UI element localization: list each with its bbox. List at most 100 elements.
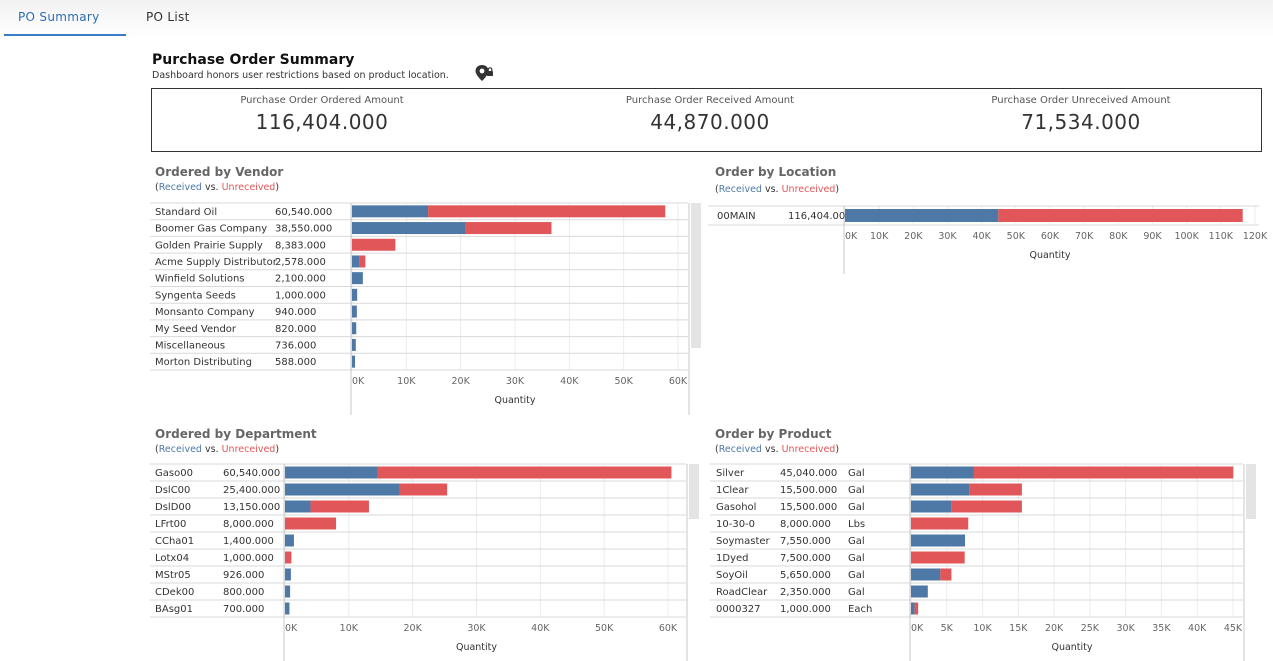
category-label: Lotx04 <box>155 553 189 564</box>
category-label: 10-30-0 <box>716 519 755 530</box>
vendor-legend: (Received vs. Unreceived) <box>155 182 280 193</box>
category-label: DslC00 <box>155 485 190 496</box>
bar-received[interactable] <box>352 222 466 235</box>
total-label: 1,000.000 <box>223 553 274 564</box>
product-legend: (Received vs. Unreceived) <box>715 444 840 455</box>
category-label: Boomer Gas Company <box>155 224 267 235</box>
active-tab-indicator <box>4 34 126 36</box>
x-tick-label: 50K <box>595 623 614 634</box>
bar-received[interactable] <box>911 466 974 479</box>
bar-unreceived[interactable] <box>940 568 952 581</box>
category-label: Gasohol <box>716 502 756 513</box>
x-tick-label: 110K <box>1209 231 1234 242</box>
x-tick-label: 0K <box>845 231 858 242</box>
bar-received[interactable] <box>352 288 358 301</box>
bar-received[interactable] <box>285 466 378 479</box>
bar-unreceived[interactable] <box>285 517 337 530</box>
location-legend: (Received vs. Unreceived) <box>715 184 840 195</box>
unit-label: Each <box>848 604 872 615</box>
x-tick-label: 60K <box>669 376 688 387</box>
category-label: Standard Oil <box>155 207 217 218</box>
x-tick-label: 50K <box>1007 231 1026 242</box>
scrollbar-thumb[interactable] <box>689 464 699 519</box>
bar-unreceived[interactable] <box>914 602 919 615</box>
bar-received[interactable] <box>285 500 311 513</box>
category-label: Morton Distributing <box>155 357 252 368</box>
x-tick-label: 100K <box>1174 231 1199 242</box>
bar-unreceived[interactable] <box>310 500 369 513</box>
x-tick-label: 0K <box>285 623 298 634</box>
bar-received[interactable] <box>911 483 970 496</box>
vendor-bar-chart: Standard Oil 60,540.000 Boomer Gas Company… <box>150 202 701 415</box>
bar-received[interactable] <box>352 205 429 218</box>
category-label: Soymaster <box>716 536 771 547</box>
bar-received[interactable] <box>285 602 290 615</box>
x-tick-label: 120K <box>1243 231 1268 242</box>
scrollbar-thumb[interactable] <box>1246 464 1256 519</box>
page-subtitle: Dashboard honors user restrictions based… <box>152 70 449 81</box>
bar-received[interactable] <box>352 272 363 285</box>
category-label: BAsg01 <box>155 604 193 615</box>
x-tick-label: 40K <box>973 231 992 242</box>
bar-unreceived[interactable] <box>399 483 448 496</box>
bar-unreceived[interactable] <box>377 466 672 479</box>
bar-received[interactable] <box>911 568 941 581</box>
total-label: 116,404.000 <box>788 211 852 222</box>
bar-received[interactable] <box>911 602 915 615</box>
bar-unreceived[interactable] <box>352 238 396 251</box>
unit-label: Gal <box>848 587 865 598</box>
total-label: 38,550.000 <box>275 224 332 235</box>
x-tick-label: 20K <box>904 231 923 242</box>
bar-unreceived[interactable] <box>998 209 1243 222</box>
kpi-received: Purchase Order Received Amount 44,870.00… <box>540 89 880 134</box>
scrollbar-thumb[interactable] <box>691 203 701 348</box>
total-label: 1,400.000 <box>223 536 274 547</box>
kpi-panel: Purchase Order Ordered Amount 116,404.00… <box>151 88 1262 152</box>
bar-received[interactable] <box>911 585 928 598</box>
bar-unreceived[interactable] <box>465 222 552 235</box>
kpi-unreceived: Purchase Order Unreceived Amount 71,534.… <box>911 89 1251 134</box>
bar-unreceived[interactable] <box>359 255 366 268</box>
bar-received[interactable] <box>352 355 356 368</box>
bar-received[interactable] <box>285 483 400 496</box>
total-label: 1,000.000 <box>275 290 326 301</box>
bar-received[interactable] <box>285 585 291 598</box>
kpi-received-label: Purchase Order Received Amount <box>625 95 795 106</box>
unit-label: Gal <box>848 502 865 513</box>
x-axis-title: Quantity <box>494 395 535 406</box>
kpi-received-value: 44,870.000 <box>650 110 770 134</box>
bar-unreceived[interactable] <box>973 466 1234 479</box>
bar-unreceived[interactable] <box>428 205 666 218</box>
bar-received[interactable] <box>352 255 360 268</box>
tab-po-summary[interactable]: PO Summary <box>18 10 100 24</box>
bar-unreceived[interactable] <box>951 500 1022 513</box>
bar-received[interactable] <box>352 305 357 318</box>
x-tick-label: 90K <box>1143 231 1162 242</box>
category-label: Winfield Solutions <box>155 274 245 285</box>
x-tick-label: 0K <box>352 376 365 387</box>
bar-received[interactable] <box>845 209 999 222</box>
kpi-ordered-label: Purchase Order Ordered Amount <box>240 95 404 106</box>
bar-received[interactable] <box>285 534 294 547</box>
kpi-ordered: Purchase Order Ordered Amount 116,404.00… <box>152 89 492 134</box>
x-tick-label: 10K <box>340 623 359 634</box>
x-tick-label: 5K <box>941 623 954 634</box>
bar-received[interactable] <box>352 338 356 351</box>
tab-po-list[interactable]: PO List <box>146 10 190 24</box>
bar-received[interactable] <box>911 534 966 547</box>
category-label: Monsanto Company <box>155 307 255 318</box>
x-tick-label: 25K <box>1081 623 1100 634</box>
bar-unreceived[interactable] <box>911 517 969 530</box>
department-chart-title: Ordered by Department <box>155 427 317 441</box>
x-axis-title: Quantity <box>1029 250 1070 261</box>
bar-unreceived[interactable] <box>911 551 965 564</box>
category-label: Golden Prairie Supply <box>155 240 263 251</box>
bar-received[interactable] <box>911 500 952 513</box>
bar-unreceived[interactable] <box>285 551 292 564</box>
bar-received[interactable] <box>352 322 357 335</box>
category-label: Gaso00 <box>155 468 193 479</box>
bar-received[interactable] <box>285 568 291 581</box>
location-bar-chart: 00MAIN 116,404.000 0K 10K 20K 30K 40K 50K 60K 70K… <box>708 205 1268 274</box>
total-label: 7,550.000 <box>780 536 831 547</box>
bar-unreceived[interactable] <box>969 483 1022 496</box>
